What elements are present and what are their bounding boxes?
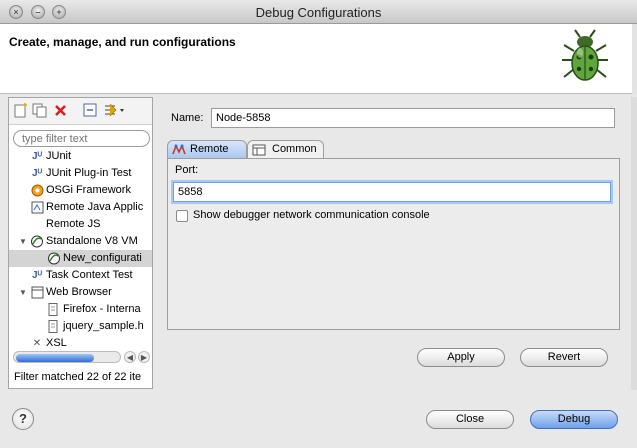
scrollbar-track[interactable] <box>13 351 121 363</box>
osgi-icon <box>30 184 44 197</box>
help-button[interactable]: ? <box>12 408 34 430</box>
xsl-icon: ✕ <box>32 338 42 348</box>
apply-button[interactable]: Apply <box>417 348 505 367</box>
scrollbar-thumb[interactable] <box>16 354 94 362</box>
tree-item-jquery-sample[interactable]: jquery_sample.h <box>9 318 152 335</box>
tree-item-label: Remote Java Applic <box>46 201 144 213</box>
tree-item-new-configuration[interactable]: New_configurati <box>9 250 152 267</box>
configuration-toolbar <box>9 98 152 125</box>
duplicate-icon <box>32 103 47 118</box>
remote-icon <box>172 144 186 155</box>
tree-item-firefox[interactable]: Firefox - Interna <box>9 301 152 318</box>
new-configuration-button[interactable] <box>13 103 28 118</box>
tree-item-junit-plugin-test[interactable]: Jᵁ JUnit Plug-in Test <box>9 165 152 182</box>
filter-icon <box>105 103 124 117</box>
dialog-header: Create, manage, and run configurations <box>0 24 637 94</box>
task-context-icon: Jᵁ <box>32 270 42 281</box>
tree-item-label: XSL <box>46 337 67 348</box>
collapse-icon <box>83 103 97 117</box>
filter-input[interactable] <box>13 130 150 147</box>
document-icon <box>45 320 59 333</box>
dialog-heading: Create, manage, and run configurations <box>9 35 236 49</box>
tab-remote[interactable]: Remote <box>167 140 247 159</box>
tree-item-label: jquery_sample.h <box>63 320 144 332</box>
debug-bug-icon <box>562 29 608 81</box>
configuration-tree: Jᵁ JUnit Jᵁ JUnit Plug-in Test OSGi Fram… <box>9 148 152 348</box>
expanded-triangle-icon[interactable]: ▼ <box>19 284 29 301</box>
tree-item-junit[interactable]: Jᵁ JUnit <box>9 148 152 165</box>
tree-item-label: JUnit Plug-in Test <box>46 167 132 179</box>
port-field[interactable] <box>173 182 611 202</box>
tree-item-label: OSGi Framework <box>46 184 131 196</box>
tree-item-label: Remote JS <box>46 218 101 230</box>
tree-item-label: Standalone V8 VM <box>46 235 138 247</box>
show-console-checkbox[interactable] <box>176 210 188 222</box>
v8-config-icon <box>47 252 61 265</box>
tab-common[interactable]: Common <box>247 140 324 159</box>
expanded-triangle-icon[interactable]: ▼ <box>19 233 29 250</box>
tree-item-label: New_configurati <box>63 252 142 264</box>
remote-java-icon <box>30 201 44 214</box>
tree-item-remote-js[interactable]: Remote JS <box>9 216 152 233</box>
junit-icon: Jᵁ <box>32 151 42 162</box>
tab-label: Remote <box>190 143 229 155</box>
port-label: Port: <box>175 164 199 176</box>
tree-item-osgi-framework[interactable]: OSGi Framework <box>9 182 152 199</box>
delete-icon <box>55 105 66 116</box>
tree-item-web-browser[interactable]: ▼ Web Browser <box>9 284 152 301</box>
tab-label: Common <box>272 143 317 155</box>
debug-button[interactable]: Debug <box>530 410 618 429</box>
help-icon: ? <box>19 411 27 426</box>
scroll-left-icon[interactable]: ◀ <box>124 351 136 363</box>
v8-icon <box>30 235 44 248</box>
collapse-all-button[interactable] <box>83 103 98 118</box>
tree-horizontal-scrollbar[interactable]: ◀ ▶ <box>13 350 150 364</box>
right-vertical-scrollbar[interactable] <box>631 97 637 390</box>
tree-item-label: Web Browser <box>46 286 112 298</box>
web-browser-icon <box>30 286 44 299</box>
tree-item-label: JUnit <box>46 150 72 162</box>
tree-item-standalone-v8[interactable]: ▼ Standalone V8 VM <box>9 233 152 250</box>
revert-button[interactable]: Revert <box>520 348 608 367</box>
window-title: Debug Configurations <box>255 5 382 20</box>
new-config-icon <box>14 103 27 118</box>
configuration-list-pane: Jᵁ JUnit Jᵁ JUnit Plug-in Test OSGi Fram… <box>8 97 153 389</box>
document-icon <box>45 303 59 316</box>
common-tab-icon <box>252 144 266 156</box>
tree-item-label: Task Context Test <box>46 269 133 281</box>
show-console-label: Show debugger network communication cons… <box>193 209 430 221</box>
filter-menu-button[interactable] <box>103 103 127 118</box>
duplicate-configuration-button[interactable] <box>32 103 47 118</box>
title-bar: × – + Debug Configurations <box>0 0 637 24</box>
delete-configuration-button[interactable] <box>53 103 68 118</box>
junit-plugin-icon: Jᵁ <box>32 168 42 179</box>
tree-item-task-context-test[interactable]: Jᵁ Task Context Test <box>9 267 152 284</box>
scroll-right-icon[interactable]: ▶ <box>138 351 150 363</box>
close-button[interactable]: Close <box>426 410 514 429</box>
filter-status: Filter matched 22 of 22 ite <box>14 371 142 383</box>
tree-item-remote-java[interactable]: Remote Java Applic <box>9 199 152 216</box>
header-scrollbar[interactable] <box>632 24 637 94</box>
remote-js-icon <box>30 218 44 231</box>
name-label: Name: <box>171 112 204 124</box>
tree-item-label: Firefox - Interna <box>63 303 141 315</box>
name-field[interactable] <box>211 108 615 128</box>
tree-item-xsl[interactable]: ✕ XSL <box>9 335 152 348</box>
